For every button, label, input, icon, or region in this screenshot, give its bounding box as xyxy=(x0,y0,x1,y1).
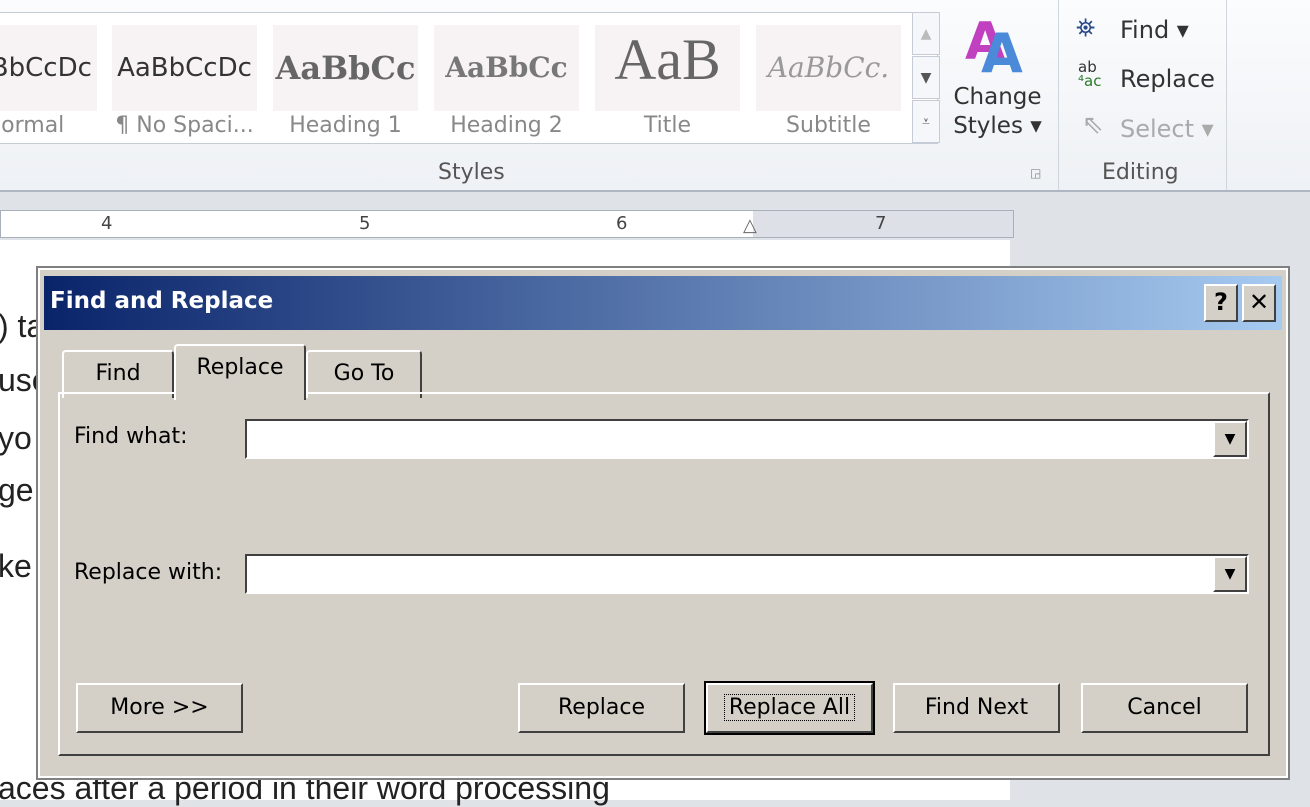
replace-button[interactable]: Replace xyxy=(518,683,685,733)
tab-find[interactable]: Find xyxy=(62,350,174,398)
style-heading-1[interactable]: AaBbCc Heading 1 xyxy=(273,25,418,138)
dialog-title: Find and Replace xyxy=(50,288,274,314)
change-styles-button[interactable]: A A Change Styles ▾ xyxy=(945,12,1050,152)
tab-replace[interactable]: Replace xyxy=(174,344,306,400)
group-divider xyxy=(1226,0,1227,190)
dialog-title-bar[interactable]: Find and Replace ? ✕ xyxy=(44,276,1282,330)
style-title[interactable]: AaB Title xyxy=(595,25,740,138)
gallery-scroll-down[interactable]: ▼ xyxy=(912,56,940,99)
editing-group-label: Editing xyxy=(1102,160,1179,185)
close-button[interactable]: ✕ xyxy=(1242,284,1276,322)
style-normal[interactable]: AaBbCcDcNormal xyxy=(0,25,97,138)
group-divider xyxy=(1058,0,1059,190)
binoculars-icon: ⛯ xyxy=(1076,14,1096,42)
dialog-launcher-icon[interactable]: ◲ xyxy=(1030,166,1041,180)
style-subtitle[interactable]: AaBbCc. Subtitle xyxy=(756,25,901,138)
tab-go-to[interactable]: Go To xyxy=(306,350,422,398)
find-what-label: Find what: xyxy=(74,424,188,449)
find-what-combobox[interactable]: ▼ xyxy=(245,419,1249,459)
select-button[interactable]: Select ▾ xyxy=(1120,115,1214,143)
change-styles-icon: A A xyxy=(965,12,1023,85)
replace-with-combobox[interactable]: ▼ xyxy=(245,554,1249,594)
replace-all-button[interactable]: Replace All xyxy=(704,681,875,735)
cancel-button[interactable]: Cancel xyxy=(1081,683,1248,733)
replace-icon: ab ⁴ac xyxy=(1078,58,1102,90)
horizontal-ruler[interactable]: 4 5 6 7 △ xyxy=(0,210,1014,238)
styles-gallery: AaBbCcDcNormal AaBbCcDc¶ No Spaci... AaB… xyxy=(0,12,938,144)
help-button[interactable]: ? xyxy=(1204,284,1238,322)
style-no-spacing[interactable]: AaBbCcDc ¶ No Spaci... xyxy=(112,25,257,138)
right-indent-marker[interactable]: △ xyxy=(743,215,757,236)
find-button[interactable]: Find ▾ xyxy=(1120,16,1189,44)
gallery-scroll-up[interactable]: ▲ xyxy=(912,12,940,55)
gallery-more[interactable]: ⩡ xyxy=(912,100,940,143)
find-what-dropdown-arrow[interactable]: ▼ xyxy=(1213,421,1247,457)
replace-ribbon-button[interactable]: Replace xyxy=(1120,65,1215,93)
find-replace-dialog: Find and Replace ? ✕ Find Replace Go To … xyxy=(36,266,1290,780)
more-button[interactable]: More >> xyxy=(76,683,243,733)
ribbon: AaBbCcDcNormal AaBbCcDc¶ No Spaci... AaB… xyxy=(0,0,1310,192)
replace-with-dropdown-arrow[interactable]: ▼ xyxy=(1213,556,1247,592)
replace-with-input[interactable] xyxy=(247,556,1207,590)
style-heading-2[interactable]: AaBbCc Heading 2 xyxy=(434,25,579,138)
replace-with-label: Replace with: xyxy=(74,560,223,585)
styles-group-label: Styles xyxy=(438,160,505,185)
cursor-icon: ⇖ xyxy=(1082,110,1104,140)
find-next-button[interactable]: Find Next xyxy=(893,683,1060,733)
find-what-input[interactable] xyxy=(247,421,1207,455)
